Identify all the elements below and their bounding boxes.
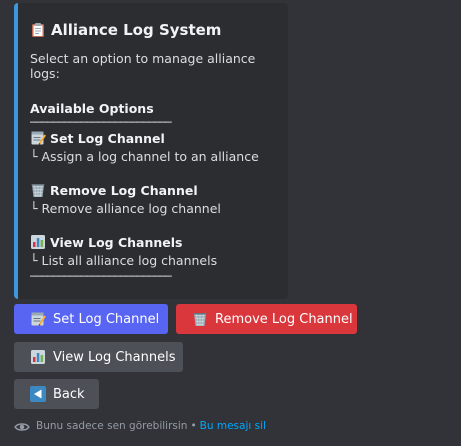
section-title: Available Options — [30, 101, 154, 116]
back-arrow-icon — [30, 386, 46, 402]
embed-card: Alliance Log System Select an option to … — [14, 3, 288, 299]
option-desc: └ List all alliance log channels — [30, 253, 218, 268]
set-log-channel-label: Set Log Channel — [53, 311, 160, 327]
ephemeral-notice: Bunu sadece sen görebilirsin — [36, 420, 188, 432]
option-desc: └ Remove alliance log channel — [30, 201, 221, 216]
footer-separator: • — [190, 420, 197, 432]
option-set-log-channel: Set Log Channel └ Assign a log channel t… — [30, 128, 276, 166]
option-title: View Log Channels — [50, 234, 183, 250]
option-desc: └ Assign a log channel to an alliance — [30, 149, 259, 164]
memo-icon — [30, 130, 46, 146]
embed-title-text: Alliance Log System — [51, 21, 222, 39]
divider-top: ───────────────────────── — [30, 116, 172, 128]
clipboard-icon — [30, 22, 46, 38]
embed-title: Alliance Log System — [30, 17, 276, 43]
bar-chart-icon — [30, 349, 46, 365]
back-label: Back — [53, 386, 85, 402]
remove-log-channel-label: Remove Log Channel — [215, 311, 353, 327]
wastebasket-icon — [192, 311, 208, 327]
ephemeral-footer: Bunu sadece sen görebilirsin • Bu mesajı… — [14, 419, 266, 433]
option-view-log-channels: View Log Channels └ List all alliance lo… — [30, 232, 276, 270]
view-log-channels-button[interactable]: View Log Channels — [14, 342, 183, 372]
divider-bottom: ───────────────────────── — [30, 270, 172, 282]
remove-log-channel-button[interactable]: Remove Log Channel — [176, 304, 357, 334]
view-log-channels-label: View Log Channels — [53, 349, 176, 365]
memo-icon — [30, 311, 46, 327]
bar-chart-icon — [30, 234, 46, 250]
dismiss-message-link[interactable]: Bu mesajı sil — [200, 420, 266, 432]
eye-icon — [14, 419, 30, 433]
option-title: Set Log Channel — [50, 130, 165, 146]
back-button[interactable]: Back — [14, 379, 99, 409]
embed-description: Select an option to manage alliance logs… — [30, 51, 256, 81]
option-remove-log-channel: Remove Log Channel └ Remove alliance log… — [30, 180, 276, 218]
wastebasket-icon — [30, 182, 46, 198]
option-title: Remove Log Channel — [50, 182, 198, 198]
set-log-channel-button[interactable]: Set Log Channel — [14, 304, 168, 334]
